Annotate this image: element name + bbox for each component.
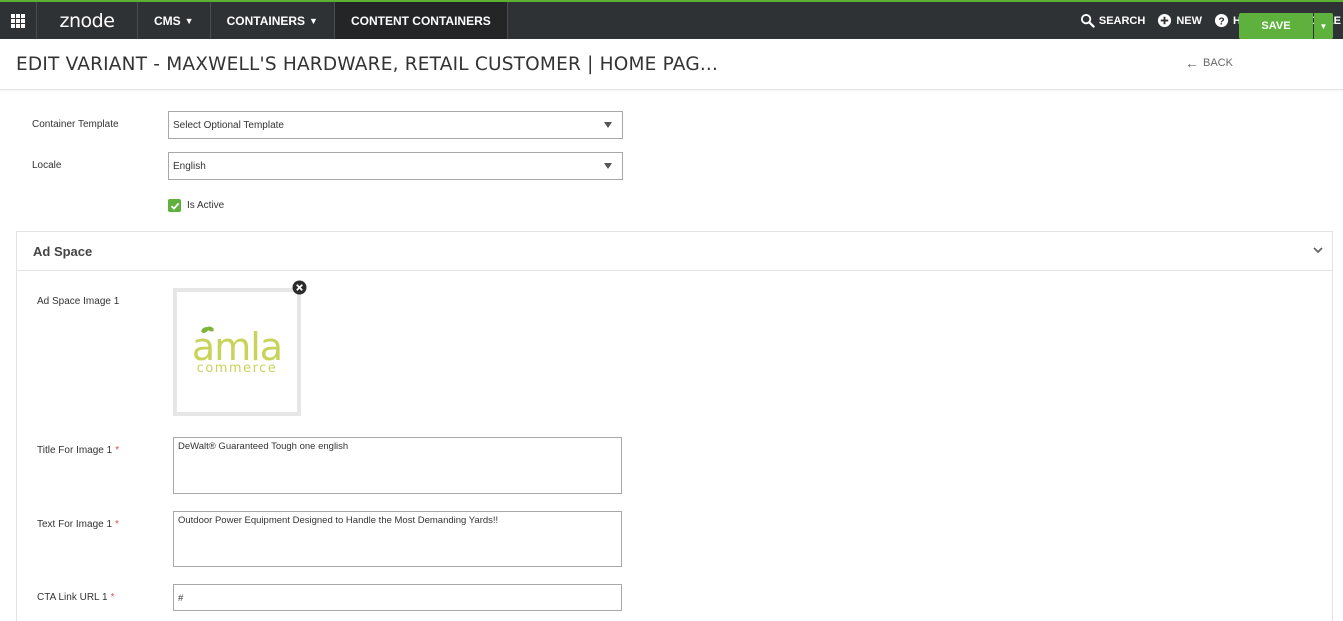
required-marker: * — [110, 592, 115, 603]
text-for-image-textarea[interactable]: Outdoor Power Equipment Designed to Hand… — [173, 511, 622, 567]
required-marker: * — [115, 445, 120, 456]
cta-link-url-label: CTA Link URL 1 * — [37, 592, 115, 603]
container-template-label: Container Template — [32, 119, 119, 130]
nav-cms[interactable]: CMS ▼ — [138, 2, 211, 39]
search-label: SEARCH — [1098, 14, 1146, 27]
title-for-image-textarea[interactable]: DeWalt® Guaranteed Tough one english — [173, 437, 622, 494]
svg-text:?: ? — [1218, 16, 1224, 27]
chevron-down-icon: ▼ — [309, 15, 318, 26]
save-options-dropdown[interactable]: ▼ — [1314, 13, 1333, 39]
top-navbar: znode CMS ▼ CONTAINERS ▼ CONTENT CONTAIN… — [0, 0, 1343, 39]
check-icon — [170, 202, 179, 210]
remove-image-icon[interactable] — [292, 280, 307, 295]
locale-value: English — [173, 160, 206, 172]
leaf-icon — [201, 326, 214, 333]
ad-space-title: Ad Space — [33, 244, 93, 259]
new-button[interactable]: NEW — [1157, 13, 1202, 28]
locale-label: Locale — [32, 160, 62, 171]
save-button[interactable]: SAVE — [1239, 13, 1313, 39]
is-active-label: Is Active — [187, 200, 225, 211]
ad-space-image-label: Ad Space Image 1 — [37, 296, 120, 307]
caret-down-icon — [604, 163, 612, 169]
page-title: EDIT VARIANT - MAXWELL'S HARDWARE, RETAI… — [16, 54, 719, 75]
new-label: NEW — [1176, 14, 1202, 27]
text-for-image-label: Text For Image 1 * — [37, 519, 119, 530]
text-for-image-label-text: Text For Image 1 — [37, 519, 113, 530]
nav-content-containers[interactable]: CONTENT CONTAINERS — [334, 2, 508, 39]
search-button[interactable]: SEARCH — [1080, 13, 1145, 28]
chevron-down-icon: ▼ — [184, 15, 194, 26]
nav-content-containers-label: CONTENT CONTAINERS — [350, 13, 491, 28]
container-template-value: Select Optional Template — [173, 119, 284, 131]
cta-link-url-label-text: CTA Link URL 1 — [37, 592, 108, 603]
amla-logo-text: amla — [192, 326, 283, 366]
page-header: EDIT VARIANT - MAXWELL'S HARDWARE, RETAI… — [0, 39, 1343, 90]
ad-space-image-preview[interactable]: amla commerce — [173, 288, 301, 416]
ad-space-panel-header[interactable]: Ad Space — [17, 232, 1332, 271]
required-marker: * — [115, 519, 119, 530]
plus-circle-icon — [1157, 13, 1172, 28]
caret-down-icon — [604, 122, 612, 128]
container-template-select[interactable]: Select Optional Template — [168, 111, 623, 139]
back-label: BACK — [1203, 57, 1233, 69]
is-active-checkbox[interactable] — [168, 199, 181, 212]
caret-down-icon: ▼ — [1319, 21, 1328, 31]
znode-logo[interactable]: znode — [37, 2, 138, 39]
help-icon: ? — [1214, 13, 1229, 28]
cta-link-url-input[interactable]: # — [173, 584, 622, 611]
title-for-image-label: Title For Image 1 * — [37, 445, 119, 456]
grid-icon — [11, 13, 25, 28]
nav-containers[interactable]: CONTAINERS ▼ — [211, 2, 335, 39]
locale-select[interactable]: English — [168, 152, 623, 180]
chevron-down-icon[interactable] — [1312, 244, 1324, 256]
nav-containers-label: CONTAINERS — [226, 13, 306, 28]
back-button[interactable]: ← BACK — [1185, 54, 1233, 71]
title-for-image-label-text: Title For Image 1 — [37, 445, 113, 456]
arrow-left-icon: ← — [1185, 54, 1199, 71]
nav-cms-label: CMS — [154, 13, 181, 28]
search-icon — [1080, 13, 1095, 28]
app-grid-icon[interactable] — [0, 2, 37, 39]
